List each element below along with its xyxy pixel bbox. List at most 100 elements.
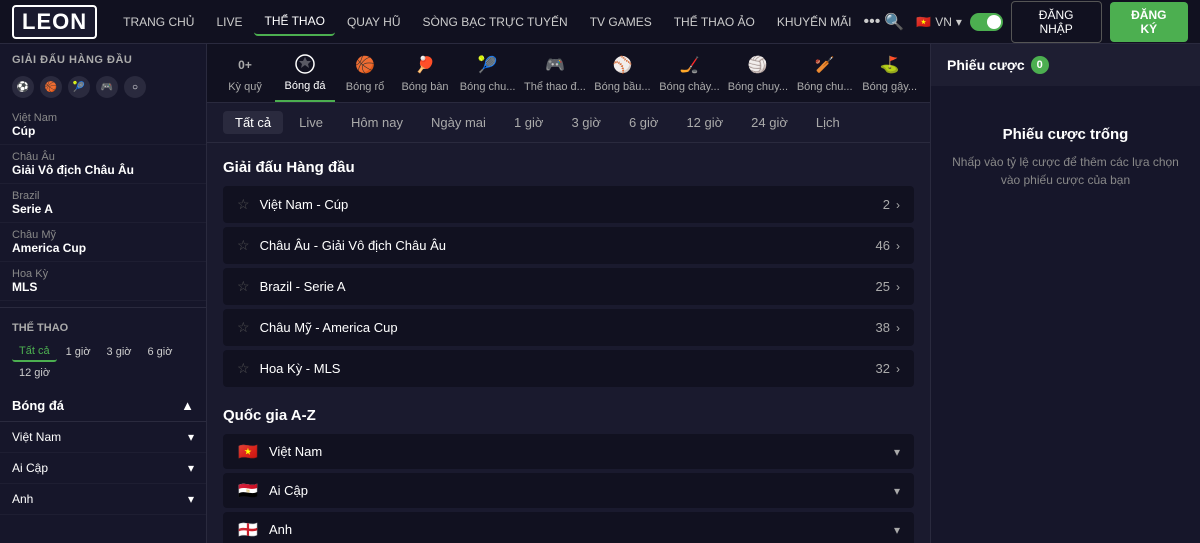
sidebar-sport-section-title: THỂ THAO — [0, 314, 206, 338]
tab-volleyball[interactable]: 🏐 Bóng chuy... — [724, 45, 792, 101]
center-content: 0+ Kỳ quỹ Bóng đá 🏀 Bóng rổ 🏓 Bóng bàn 🎾… — [207, 44, 930, 543]
league-row-america[interactable]: ☆ Châu Mỹ - America Cup 38 › — [223, 309, 914, 346]
tab-ky-quy[interactable]: 0+ Kỳ quỹ — [215, 45, 275, 101]
nav-items: TRANG CHỦ LIVE THỂ THAO QUAY HŨ SÒNG BẠC… — [113, 8, 880, 36]
sidebar-game-icon[interactable]: 🎮 — [96, 76, 118, 98]
nav-song-bac[interactable]: SÒNG BẠC TRỰC TUYẾN — [413, 9, 578, 35]
tab-bong-da[interactable]: Bóng đá — [275, 44, 335, 102]
tab-bong-ro-label: Bóng rổ — [346, 81, 385, 93]
sidebar-country-eg[interactable]: Ai Cập ▾ — [0, 453, 206, 484]
tab-cricket-label: Bóng chu... — [797, 81, 853, 93]
filter-24h[interactable]: 24 giờ — [739, 111, 800, 134]
tab-tennis[interactable]: 🎾 Bóng chu... — [455, 45, 520, 101]
more-menu-icon[interactable]: ••• — [864, 13, 881, 31]
tab-cricket[interactable]: 🏏 Bóng chu... — [792, 45, 857, 101]
country-section-title: Quốc gia A-Z — [223, 407, 914, 424]
sidebar-league-america[interactable]: Châu Mỹ America Cup — [0, 223, 206, 262]
star-icon-mls[interactable]: ☆ — [237, 360, 250, 377]
tab-esports[interactable]: 🎮 Thể thao đ... — [520, 45, 589, 101]
filter-all[interactable]: Tất cả — [223, 111, 283, 134]
sidebar-league-eu[interactable]: Châu Âu Giải Vô địch Châu Âu — [0, 145, 206, 184]
language-selector[interactable]: 🇻🇳 VN ▾ — [916, 15, 962, 29]
star-icon-america[interactable]: ☆ — [237, 319, 250, 336]
country-section: Quốc gia A-Z 🇻🇳 Việt Nam ▾ 🇪🇬 Ai Cập ▾ 🏴… — [207, 407, 930, 543]
bet-slip-count: 0 — [1031, 56, 1049, 74]
sidebar-league-brazil[interactable]: Brazil Serie A — [0, 184, 206, 223]
nav-the-thao[interactable]: THỂ THAO — [254, 8, 334, 36]
sidebar-sport-bongda-chevron: ▲ — [181, 398, 194, 413]
tab-hockey[interactable]: 🏒 Bóng chày... — [655, 45, 723, 101]
country-row-gb[interactable]: 🏴󠁧󠁢󠁥󠁮󠁧󠁿 Anh ▾ — [223, 512, 914, 543]
league-name-brazil: Brazil - Serie A — [260, 279, 876, 294]
sidebar-filter-12h[interactable]: 12 giờ — [12, 364, 57, 382]
golf-icon: ⛳ — [878, 53, 902, 77]
sidebar-basketball-icon[interactable]: 🏀 — [40, 76, 62, 98]
league-row-eu[interactable]: ☆ Châu Âu - Giải Vô địch Châu Âu 46 › — [223, 227, 914, 264]
star-icon-vn[interactable]: ☆ — [237, 196, 250, 213]
tab-volleyball-label: Bóng chuy... — [728, 81, 788, 93]
tab-baseball[interactable]: ⚾ Bóng bầu... — [590, 45, 656, 101]
filter-3h[interactable]: 3 giờ — [559, 111, 613, 134]
star-icon-eu[interactable]: ☆ — [237, 237, 250, 254]
sidebar-sport-bongda-label: Bóng đá — [12, 398, 64, 413]
nav-khuyen-mai[interactable]: KHUYẾN MÃI — [767, 9, 862, 35]
sidebar-soccer-icon[interactable]: ⚽ — [12, 76, 34, 98]
filter-live[interactable]: Live — [287, 111, 335, 134]
featured-section-title: Giải đấu Hàng đầu — [223, 159, 914, 176]
nav-trang-chu[interactable]: TRANG CHỦ — [113, 9, 204, 35]
tab-baseball-label: Bóng bầu... — [594, 81, 650, 93]
filter-tomorrow[interactable]: Ngày mai — [419, 111, 498, 134]
sidebar-country-gb[interactable]: Anh ▾ — [0, 484, 206, 515]
sidebar-tennis-icon[interactable]: 🎾 — [68, 76, 90, 98]
country-chevron-eg: ▾ — [894, 484, 900, 498]
filter-today[interactable]: Hôm nay — [339, 111, 415, 134]
register-button[interactable]: ĐĂNG KÝ — [1110, 2, 1188, 42]
ky-quy-icon: 0+ — [233, 53, 257, 77]
sidebar-filter-3h[interactable]: 3 giờ — [100, 343, 139, 361]
league-row-vn[interactable]: ☆ Việt Nam - Cúp 2 › — [223, 186, 914, 223]
sidebar-league-vn[interactable]: Việt Nam Cúp — [0, 106, 206, 145]
league-name-mls: Hoa Kỳ - MLS — [260, 361, 876, 376]
login-button[interactable]: ĐĂNG NHẬP — [1011, 1, 1102, 43]
nav-tv-games[interactable]: TV GAMES — [580, 9, 662, 35]
sidebar-filter-1h[interactable]: 1 giờ — [59, 343, 98, 361]
league-arrow-brazil: › — [896, 280, 900, 294]
sidebar-country-vn[interactable]: Việt Nam ▾ — [0, 422, 206, 453]
country-chevron-vn: ▾ — [894, 445, 900, 459]
filter-1h[interactable]: 1 giờ — [502, 111, 556, 134]
league-row-mls[interactable]: ☆ Hoa Kỳ - MLS 32 › — [223, 350, 914, 387]
filter-6h[interactable]: 6 giờ — [617, 111, 671, 134]
sidebar-country-eg-label: Ai Cập — [12, 461, 48, 475]
filter-schedule[interactable]: Lịch — [804, 111, 852, 134]
nav-the-thao-ao[interactable]: THỂ THAO ẢO — [664, 9, 765, 35]
tab-bong-ro[interactable]: 🏀 Bóng rổ — [335, 45, 395, 101]
sidebar-filter-6h[interactable]: 6 giờ — [140, 343, 179, 361]
main-layout: GIẢI ĐẤU HÀNG ĐẦU ⚽ 🏀 🎾 🎮 ○ Việt Nam Cúp… — [0, 44, 1200, 543]
tab-esports-label: Thể thao đ... — [524, 81, 586, 93]
league-count-mls: 32 — [876, 361, 890, 376]
country-row-eg[interactable]: 🇪🇬 Ai Cập ▾ — [223, 473, 914, 508]
sidebar-filter-all[interactable]: Tất cả — [12, 342, 57, 362]
star-icon-brazil[interactable]: ☆ — [237, 278, 250, 295]
filter-12h[interactable]: 12 giờ — [674, 111, 735, 134]
tab-golf[interactable]: ⛳ Bóng gậy... — [857, 45, 922, 101]
nav-quay-hu[interactable]: QUAY HŨ — [337, 9, 411, 35]
bet-slip-empty-text: Nhấp vào tỷ lệ cược để thêm các lựa chọn… — [951, 153, 1180, 189]
nav-live[interactable]: LIVE — [206, 9, 252, 35]
league-row-brazil[interactable]: ☆ Brazil - Serie A 25 › — [223, 268, 914, 305]
header: LEON TRANG CHỦ LIVE THỂ THAO QUAY HŨ SÒN… — [0, 0, 1200, 44]
country-row-vn[interactable]: 🇻🇳 Việt Nam ▾ — [223, 434, 914, 469]
sidebar-country-gb-label: Anh — [12, 492, 33, 506]
language-chevron-icon: ▾ — [956, 15, 962, 29]
sidebar-more-icon[interactable]: ○ — [124, 76, 146, 98]
search-icon[interactable]: 🔍 — [880, 8, 908, 36]
bet-slip-title-row: Phiếu cược 0 — [947, 56, 1049, 74]
tab-bong-ban[interactable]: 🏓 Bóng bàn — [395, 45, 455, 101]
sidebar-league-mls[interactable]: Hoa Kỳ MLS — [0, 262, 206, 301]
league-arrow-mls: › — [896, 362, 900, 376]
theme-toggle[interactable] — [970, 13, 1003, 31]
league-arrow-eu: › — [896, 239, 900, 253]
logo[interactable]: LEON — [12, 5, 97, 39]
league-count-brazil: 25 — [876, 279, 890, 294]
sidebar-sport-bongda[interactable]: Bóng đá ▲ — [0, 390, 206, 422]
